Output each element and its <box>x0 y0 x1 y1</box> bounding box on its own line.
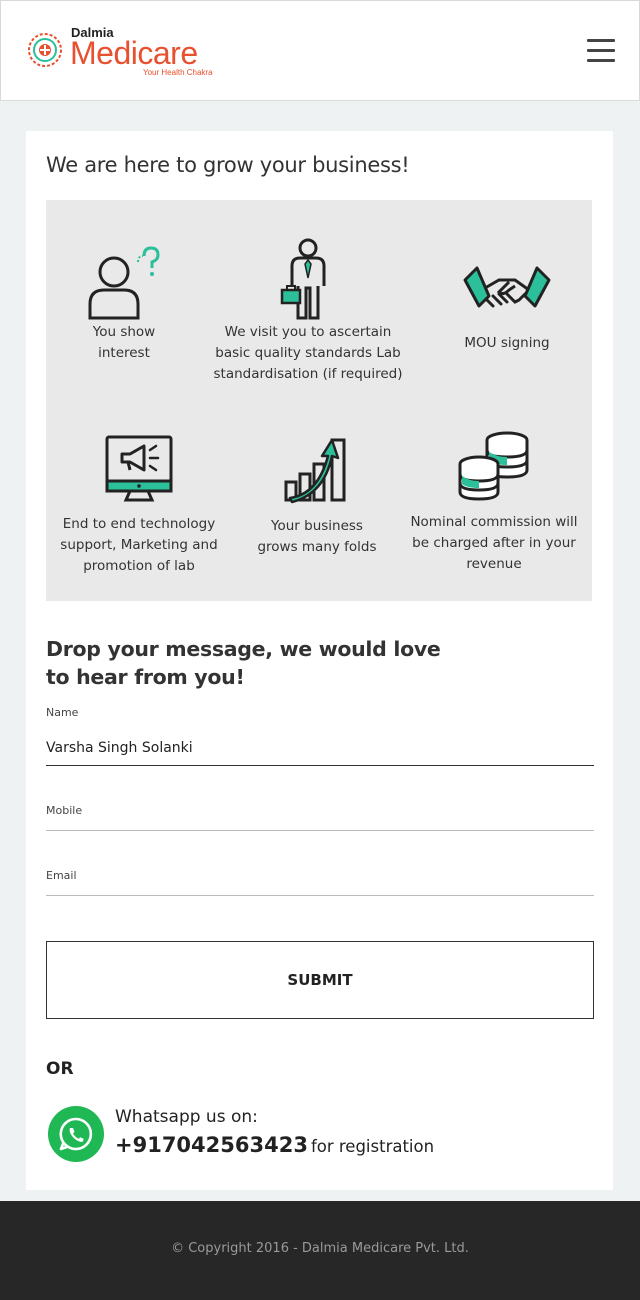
step-growth: Your business grows many folds <box>242 436 392 558</box>
step-label: Nominal commission will <box>410 514 578 530</box>
email-input[interactable] <box>46 882 594 894</box>
step-label: We visit you to ascertain <box>224 324 392 340</box>
page-title: We are here to grow your business! <box>46 153 410 177</box>
step-label: MOU signing <box>464 335 550 351</box>
whatsapp-contact: +917042563423 for registration <box>115 1133 434 1157</box>
step-label: support, Marketing and <box>60 537 218 553</box>
monitor-megaphone-icon <box>105 435 173 502</box>
name-label: Name <box>46 706 79 719</box>
step-mou: MOU signing <box>432 264 582 354</box>
or-separator: OR <box>46 1059 74 1079</box>
step-label: interest <box>98 345 150 361</box>
logo-tagline: Your Health Chakra <box>143 68 213 77</box>
step-label: basic quality standards Lab <box>215 345 401 361</box>
growth-chart-icon <box>284 438 346 504</box>
person-question-icon <box>88 246 160 320</box>
logo-brand-text: Medicare <box>70 35 198 71</box>
registration-note: for registration <box>310 1137 435 1156</box>
step-label: revenue <box>466 556 522 572</box>
mobile-input[interactable] <box>46 817 594 829</box>
name-input[interactable] <box>46 737 594 759</box>
step-label: standardisation (if required) <box>213 366 403 382</box>
whatsapp-icon[interactable] <box>48 1106 104 1162</box>
name-field: Name <box>46 706 594 766</box>
step-label: promotion of lab <box>83 558 195 574</box>
site-footer: © Copyright 2016 - Dalmia Medicare Pvt. … <box>0 1201 640 1300</box>
brand-logo[interactable]: Dalmia Medicare Your Health Chakra <box>26 25 221 81</box>
process-steps: You show interest We visit you to ascert… <box>46 200 592 601</box>
mobile-label: Mobile <box>46 804 83 817</box>
chakra-logo-icon <box>28 33 62 67</box>
email-field: Email <box>46 869 594 896</box>
whatsapp-phone-link[interactable]: +917042563423 <box>115 1133 308 1157</box>
step-label: You show <box>92 324 156 340</box>
step-show-interest: You show interest <box>64 244 184 364</box>
step-commission: Nominal commission will be charged after… <box>408 430 580 575</box>
hamburger-menu-icon[interactable] <box>585 37 617 65</box>
site-header: Dalmia Medicare Your Health Chakra <box>0 0 640 101</box>
submit-button[interactable]: SUBMIT <box>46 941 594 1019</box>
coins-stack-icon <box>458 431 529 501</box>
email-label: Email <box>46 869 77 882</box>
step-tech-support: End to end technology support, Marketing… <box>54 434 224 577</box>
step-label: Your business <box>271 518 363 534</box>
form-title: Drop your message, we would love to hear… <box>46 637 441 689</box>
step-label: grows many folds <box>257 539 377 555</box>
mobile-field: Mobile <box>46 804 594 831</box>
main-card: We are here to grow your business! You s… <box>26 131 613 1190</box>
step-label: End to end technology <box>62 516 216 532</box>
businessman-briefcase-icon <box>280 238 326 320</box>
step-label: be charged after in your <box>412 535 576 551</box>
handshake-icon <box>463 266 551 308</box>
copyright-text: © Copyright 2016 - Dalmia Medicare Pvt. … <box>171 1241 469 1256</box>
whatsapp-label: Whatsapp us on: <box>115 1107 258 1127</box>
step-visit: We visit you to ascertain basic quality … <box>208 238 408 385</box>
